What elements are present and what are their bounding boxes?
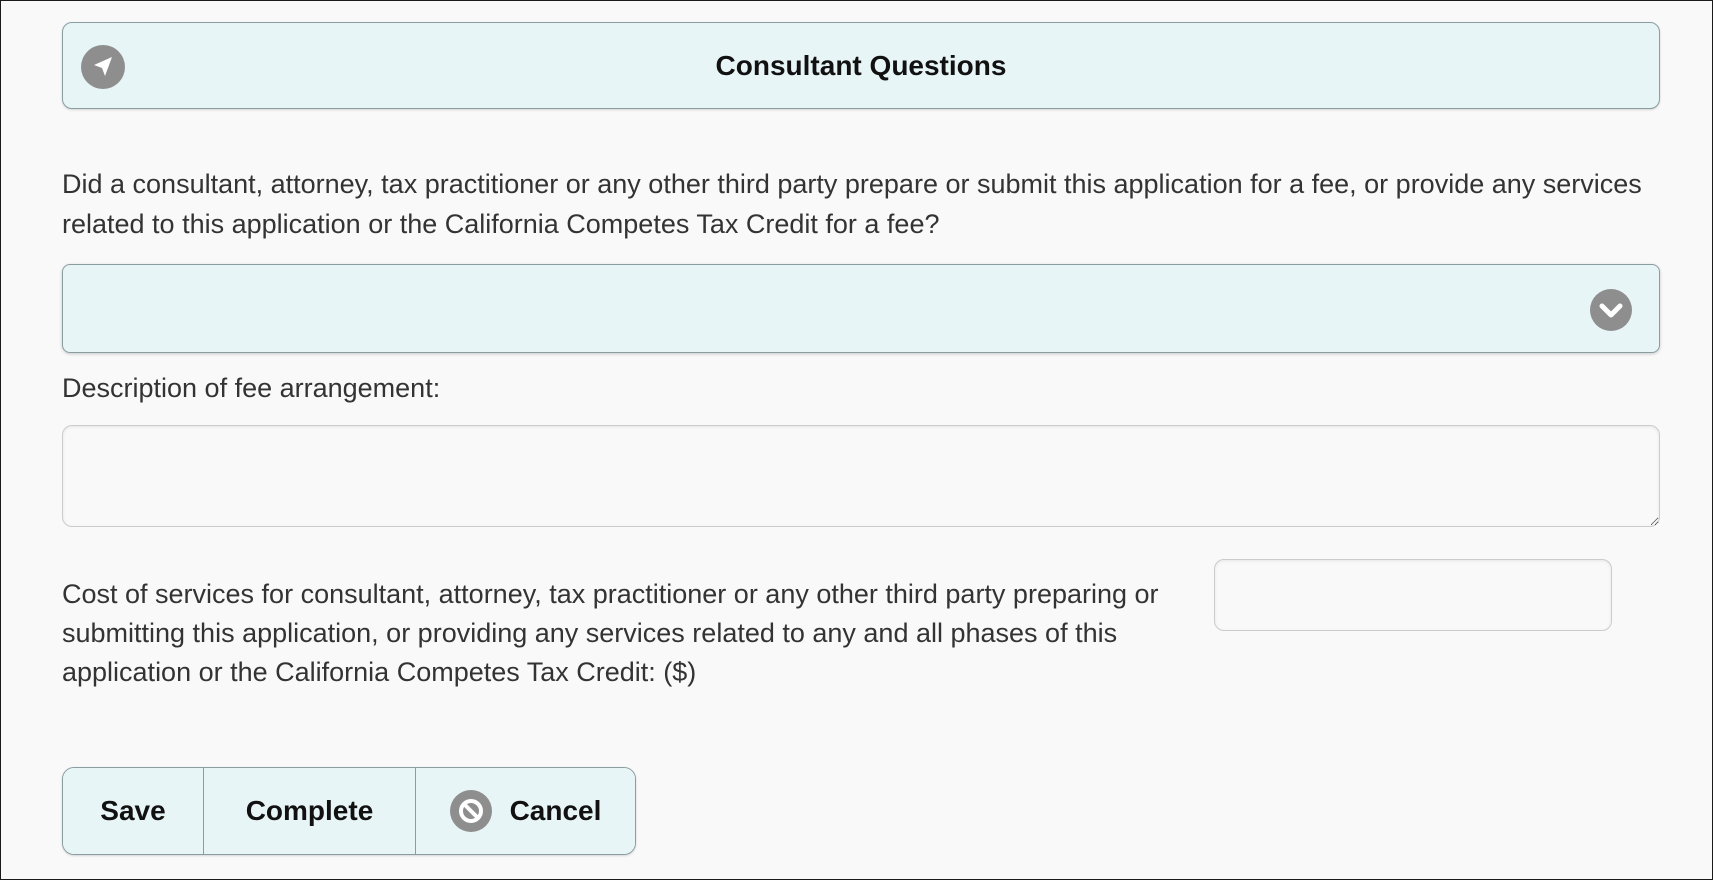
cost-of-services-label: Cost of services for consultant, attorne… xyxy=(62,579,1159,687)
chevron-down-icon xyxy=(1590,289,1632,331)
cancel-button-label: Cancel xyxy=(509,795,602,826)
action-button-group: Save Complete Cancel xyxy=(62,767,636,855)
cost-of-services-input[interactable] xyxy=(1214,559,1612,631)
cancel-button[interactable]: Cancel xyxy=(415,768,635,854)
consultant-fee-select[interactable] xyxy=(62,264,1660,353)
section-header[interactable]: Consultant Questions xyxy=(62,22,1660,109)
cancel-icon xyxy=(449,790,492,832)
fee-description-textarea[interactable] xyxy=(62,425,1660,527)
save-button[interactable]: Save xyxy=(63,768,203,854)
consultant-question-label: Did a consultant, attorney, tax practiti… xyxy=(62,169,1642,239)
form-panel: Consultant Questions Did a consultant, a… xyxy=(0,0,1713,880)
save-button-label: Save xyxy=(100,795,166,826)
fee-description-label: Description of fee arrangement: xyxy=(62,373,441,403)
complete-button[interactable]: Complete xyxy=(203,768,415,854)
section-title: Consultant Questions xyxy=(715,50,1007,81)
complete-button-label: Complete xyxy=(245,795,374,826)
